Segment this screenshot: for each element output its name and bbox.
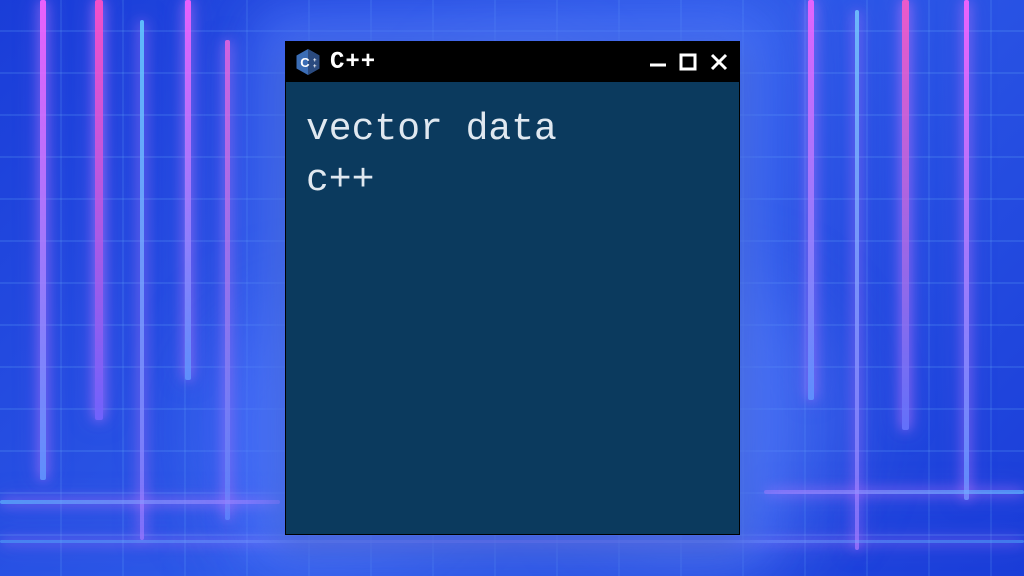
maximize-icon [679,53,697,71]
window-title: C++ [330,49,376,76]
close-icon [709,52,729,72]
window-titlebar: C + + C++ [286,42,739,82]
title-left-group: C + + C++ [294,48,376,76]
window-controls-group [649,52,729,72]
svg-text:C: C [300,55,310,70]
close-button[interactable] [709,52,729,72]
content-line-2: c++ [306,155,719,206]
terminal-window: C + + C++ [285,41,740,535]
maximize-button[interactable] [679,53,697,71]
cpp-logo-icon: C + + [294,48,322,76]
minimize-button[interactable] [649,53,667,71]
content-line-1: vector data [306,104,719,155]
minimize-icon [649,53,667,71]
svg-text:+: + [313,64,317,70]
window-content: vector data c++ [286,82,739,229]
